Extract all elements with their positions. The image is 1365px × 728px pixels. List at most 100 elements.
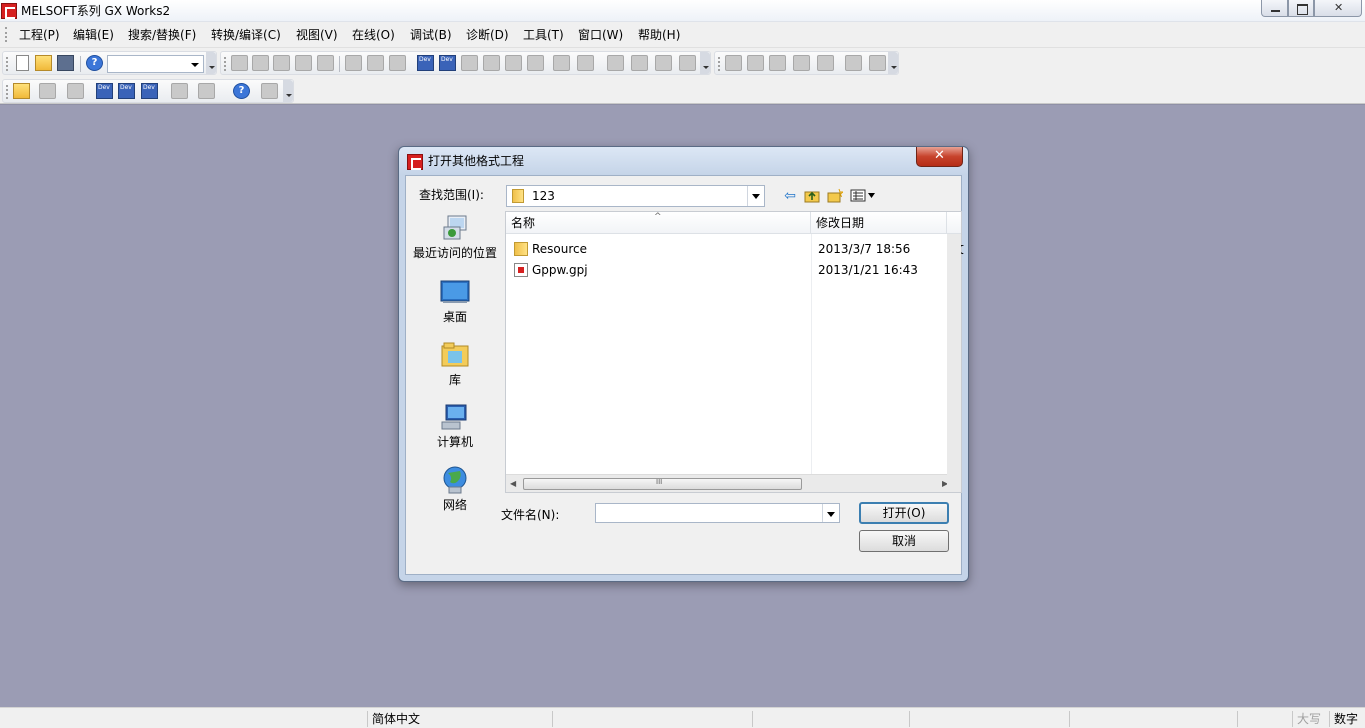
ladder-contact-icon[interactable] (725, 55, 742, 71)
replace-icon[interactable] (505, 55, 522, 71)
help-icon[interactable]: ? (233, 83, 250, 99)
standard-toolbar: ? (2, 51, 217, 75)
status-bar: 简体中文 大写 数字 (0, 707, 1365, 728)
dev-start-icon[interactable] (96, 83, 113, 99)
find-device-icon[interactable] (461, 55, 478, 71)
device-list-icon[interactable] (631, 55, 648, 71)
place-label: 桌面 (442, 310, 467, 324)
status-cell (1069, 711, 1237, 727)
place-network[interactable]: 网络 (413, 465, 497, 512)
minimize-button[interactable] (1261, 0, 1288, 17)
menu-diagnostics[interactable]: 诊断(D) (466, 27, 509, 43)
toolbar-options-icon[interactable] (700, 52, 710, 74)
cross-ref-icon[interactable] (607, 55, 624, 71)
menu-project[interactable]: 工程(P) (19, 27, 60, 43)
place-desktop[interactable]: 桌面 (413, 277, 497, 324)
dialog-close-button[interactable]: ✕ (916, 147, 963, 167)
toolbar-grip[interactable] (6, 85, 9, 99)
vertical-scrollbar[interactable] (947, 234, 961, 492)
dialog-title-bar[interactable]: 打开其他格式工程 ✕ (399, 147, 968, 175)
ladder-zoom-icon[interactable] (845, 55, 862, 71)
menu-window[interactable]: 窗口(W) (578, 27, 623, 43)
toolbar-grip[interactable] (6, 57, 9, 71)
toolbar-options-icon[interactable] (888, 52, 898, 74)
comment-icon[interactable] (655, 55, 672, 71)
column-header-more[interactable] (947, 212, 961, 234)
navigation-icon[interactable] (13, 83, 30, 99)
ladder-comment-icon[interactable] (817, 55, 834, 71)
window-title: MELSOFT系列 GX Works2 (21, 4, 171, 18)
menubar-grip[interactable] (5, 27, 8, 42)
new-project-icon[interactable] (16, 55, 29, 71)
place-recent[interactable]: 最近访问的位置 (413, 213, 497, 260)
back-icon[interactable]: ⇦ (781, 188, 799, 204)
redo-icon[interactable] (317, 55, 334, 71)
undo-icon[interactable] (295, 55, 312, 71)
display-icon[interactable] (679, 55, 696, 71)
toolbar-options-icon[interactable] (283, 80, 293, 102)
device-batch-icon[interactable] (367, 55, 384, 71)
menu-tools[interactable]: 工具(T) (523, 27, 564, 43)
cancel-button[interactable]: 取消 (859, 530, 949, 552)
ladder-warning-icon[interactable] (869, 55, 886, 71)
probe-icon[interactable] (198, 83, 215, 99)
window-list-icon[interactable] (67, 83, 84, 99)
chevron-down-icon[interactable] (747, 186, 764, 206)
ladder-search-icon[interactable] (793, 55, 810, 71)
close-button[interactable] (1314, 0, 1362, 17)
scroll-left-icon[interactable]: ◀ (510, 479, 518, 489)
menu-bar: 工程(P) 编辑(E) 搜索/替换(F) 转换/编译(C) 视图(V) 在线(O… (0, 22, 1365, 48)
look-in-dropdown[interactable]: 123 (506, 185, 765, 207)
toolbar-combo[interactable] (107, 55, 204, 73)
scroll-thumb[interactable] (523, 478, 802, 490)
cut-icon[interactable] (231, 55, 248, 71)
copy-icon[interactable] (252, 55, 269, 71)
ladder-branch-icon[interactable] (769, 55, 786, 71)
open-project-icon[interactable] (35, 55, 52, 71)
dev-cc-link-icon[interactable] (141, 83, 158, 99)
view-menu-icon[interactable] (850, 188, 876, 204)
chevron-down-icon[interactable] (822, 504, 839, 522)
menu-help[interactable]: 帮助(H) (638, 27, 680, 43)
places-bar: 最近访问的位置 桌面 库 计算机 网络 (413, 207, 497, 517)
watch-icon[interactable] (171, 83, 188, 99)
dev-batch-icon[interactable] (118, 83, 135, 99)
paste-icon[interactable] (273, 55, 290, 71)
find-binoculars-icon[interactable] (261, 83, 278, 99)
horizontal-scrollbar[interactable]: ◀ ▶ (506, 474, 948, 492)
new-folder-icon[interactable] (826, 188, 845, 204)
dev-test-icon[interactable] (577, 55, 594, 71)
menu-convert-compile[interactable]: 转换/编译(C) (211, 27, 281, 43)
up-folder-icon[interactable] (803, 188, 821, 204)
menu-view[interactable]: 视图(V) (296, 27, 338, 43)
column-header-name[interactable]: 名称 ^ (506, 212, 811, 234)
device-hex-icon[interactable] (389, 55, 406, 71)
device-icon[interactable] (345, 55, 362, 71)
menu-debug[interactable]: 调试(B) (410, 27, 452, 43)
place-libraries[interactable]: 库 (413, 340, 497, 387)
toolbar-grip[interactable] (224, 57, 227, 71)
replace-batch-icon[interactable] (527, 55, 544, 71)
menu-find-replace[interactable]: 搜索/替换(F) (128, 27, 196, 43)
module-icon[interactable] (39, 83, 56, 99)
open-button[interactable]: 打开(O) (859, 502, 949, 524)
maximize-button[interactable] (1288, 0, 1314, 17)
file-name-input[interactable] (595, 503, 840, 523)
find-instruction-icon[interactable] (483, 55, 500, 71)
toolbar-options-icon[interactable] (206, 52, 216, 74)
ladder-coil-icon[interactable] (747, 55, 764, 71)
read-plc-icon[interactable] (417, 55, 434, 71)
file-row[interactable]: Resource 2013/3/7 18:56 文 (506, 239, 964, 259)
menu-edit[interactable]: 编辑(E) (73, 27, 114, 43)
place-computer[interactable]: 计算机 (413, 402, 497, 449)
gx-project-file-icon (514, 263, 528, 277)
file-row[interactable]: Gppw.gpj 2013/1/21 16:43 G (506, 260, 961, 280)
write-plc-icon[interactable] (439, 55, 456, 71)
toolbar-grip[interactable] (718, 57, 721, 71)
help-icon[interactable]: ? (86, 55, 103, 71)
save-project-icon[interactable] (57, 55, 74, 71)
file-list[interactable]: 名称 ^ 修改日期 Resource 2013/3/7 18:56 文 Gppw… (505, 211, 964, 493)
column-header-date[interactable]: 修改日期 (811, 212, 947, 234)
dev-monitor-icon[interactable] (553, 55, 570, 71)
menu-online[interactable]: 在线(O) (352, 27, 395, 43)
